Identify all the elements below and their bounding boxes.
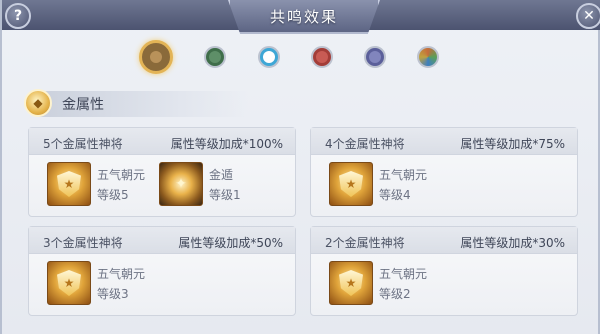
hero-name: 五气朝元 — [97, 267, 146, 281]
resonance-card-2: 2个金属性神将 属性等级加成*30% ★ 五气朝元 等级2 — [310, 226, 578, 316]
card-bonus: 属性等级加成*30% — [460, 236, 565, 250]
hero-level: 等级2 — [379, 287, 411, 301]
hero-name: 五气朝元 — [379, 267, 428, 281]
resonance-card-4: 4个金属性神将 属性等级加成*75% ★ 五气朝元 等级4 — [310, 127, 578, 217]
resonance-card-3: 3个金属性神将 属性等级加成*50% ★ 五气朝元 等级3 — [28, 226, 296, 316]
card-bonus: 属性等级加成*100% — [170, 137, 283, 151]
shield-emblem-icon: ★ — [47, 162, 91, 206]
hero-slot[interactable]: ✦ 金遁 等级1 — [159, 162, 299, 210]
title-plate: 共鸣效果 — [228, 0, 380, 34]
gold-element-icon[interactable] — [139, 40, 173, 74]
resonance-panel: 共鸣效果 ? ✕ ◆ 金属性 5个金属性神将 属性等级加成*100% ★ 五气朝… — [0, 0, 600, 334]
section-label: 金属性 — [62, 97, 104, 113]
shield-emblem-icon: ★ — [329, 162, 373, 206]
close-button[interactable]: ✕ — [576, 3, 600, 29]
window-title: 共鸣效果 — [269, 7, 338, 26]
help-button[interactable]: ? — [5, 3, 31, 29]
hero-name: 金遁 — [209, 168, 234, 182]
card-bonus: 属性等级加成*75% — [460, 137, 565, 151]
close-icon: ✕ — [583, 8, 595, 24]
hero-level: 等级1 — [209, 188, 241, 202]
shield-emblem-icon: ★ — [329, 261, 373, 305]
hero-slot[interactable]: ★ 五气朝元 等级4 — [329, 162, 469, 210]
card-title: 5个金属性神将 — [43, 137, 123, 151]
golden-swirl-icon: ✦ — [159, 162, 203, 206]
card-title: 2个金属性神将 — [325, 236, 405, 250]
element-selector — [2, 40, 600, 74]
hero-level: 等级3 — [97, 287, 129, 301]
question-mark-icon: ? — [13, 8, 23, 24]
card-header: 3个金属性神将 属性等级加成*50% — [29, 227, 295, 254]
card-title: 3个金属性神将 — [43, 236, 123, 250]
fire-element-icon[interactable] — [311, 46, 333, 68]
hero-name: 五气朝元 — [379, 168, 428, 182]
hero-level: 等级4 — [379, 188, 411, 202]
hero-slot[interactable]: ★ 五气朝元 等级2 — [329, 261, 469, 309]
water-element-icon[interactable] — [258, 46, 280, 68]
section-header-bar — [28, 91, 248, 117]
hero-name: 五气朝元 — [97, 168, 146, 182]
multi-element-icon[interactable] — [417, 46, 439, 68]
hero-slot[interactable]: ★ 五气朝元 等级3 — [47, 261, 187, 309]
card-bonus: 属性等级加成*50% — [178, 236, 283, 250]
resonance-card-5: 5个金属性神将 属性等级加成*100% ★ 五气朝元 等级5 ✦ 金遁 等级1 — [28, 127, 296, 217]
card-title: 4个金属性神将 — [325, 137, 405, 151]
earth-element-icon[interactable] — [364, 46, 386, 68]
gold-attribute-icon: ◆ — [24, 89, 52, 117]
card-header: 5个金属性神将 属性等级加成*100% — [29, 128, 295, 155]
shield-emblem-icon: ★ — [47, 261, 91, 305]
hero-level: 等级5 — [97, 188, 129, 202]
card-header: 2个金属性神将 属性等级加成*30% — [311, 227, 577, 254]
card-header: 4个金属性神将 属性等级加成*75% — [311, 128, 577, 155]
wood-element-icon[interactable] — [204, 46, 226, 68]
